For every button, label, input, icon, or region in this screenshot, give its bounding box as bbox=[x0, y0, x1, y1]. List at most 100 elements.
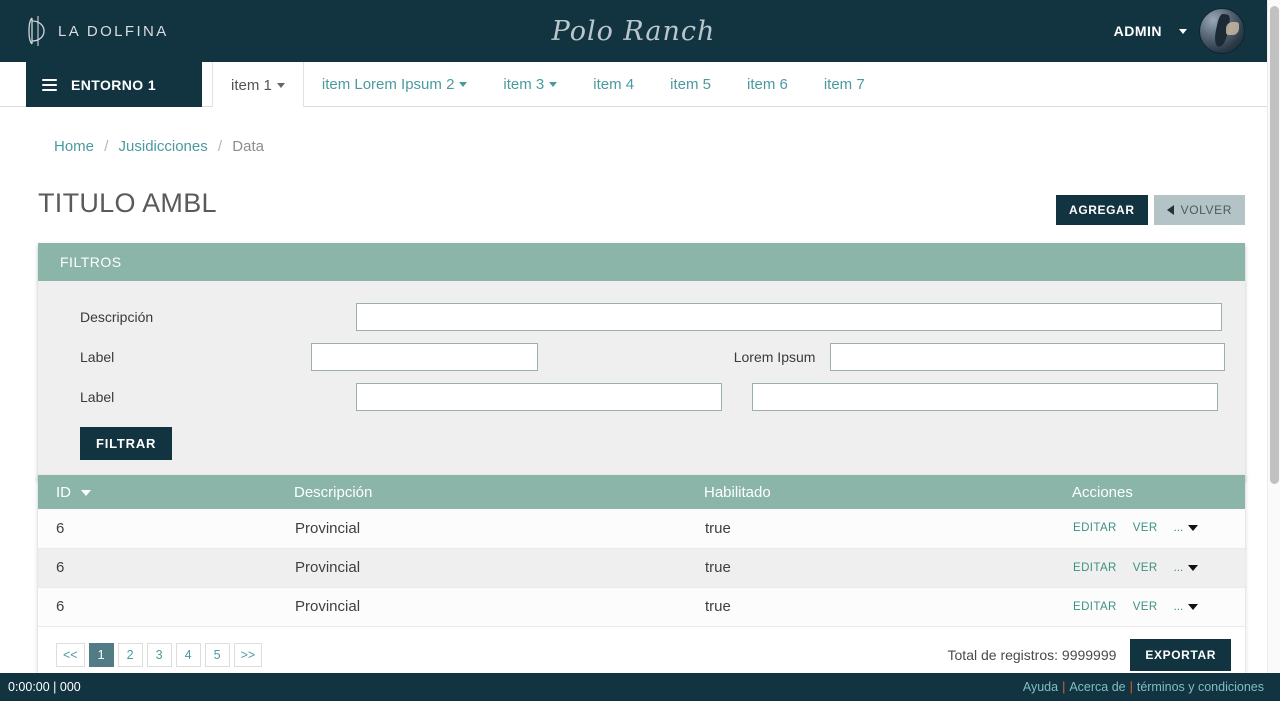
navigation-bar: ENTORNO 1 item 1 item Lorem Ipsum 2 item… bbox=[0, 62, 1267, 108]
tab-label: item 5 bbox=[670, 76, 711, 93]
table-row[interactable]: 6 Provincial true EDITAR VER ... bbox=[38, 548, 1245, 588]
table-header: ID Descripción Habilitado Acciones bbox=[38, 475, 1245, 509]
more-actions-dropdown[interactable]: ... bbox=[1174, 562, 1199, 574]
more-actions-dropdown[interactable]: ... bbox=[1174, 522, 1199, 534]
more-actions-dropdown[interactable]: ... bbox=[1174, 601, 1199, 613]
view-link[interactable]: VER bbox=[1133, 601, 1158, 613]
breadcrumb-jusidicciones[interactable]: Jusidicciones bbox=[119, 138, 208, 155]
pagination-page-1[interactable]: 1 bbox=[88, 642, 114, 667]
edit-link[interactable]: EDITAR bbox=[1073, 562, 1117, 574]
filter-label-lorem-ipsum: Lorem Ipsum bbox=[733, 349, 816, 365]
chevron-down-icon bbox=[1179, 28, 1187, 34]
view-link[interactable]: VER bbox=[1133, 522, 1158, 534]
filter-input-label-2-secondary[interactable] bbox=[752, 383, 1218, 411]
back-button-label: VOLVER bbox=[1180, 203, 1232, 217]
footer-link-terminos[interactable]: términos y condiciones bbox=[1137, 680, 1264, 694]
row-actions: EDITAR VER ... bbox=[1073, 562, 1244, 574]
table-row[interactable]: 6 Provincial true EDITAR VER ... bbox=[38, 509, 1245, 549]
footer-link-acerca-de[interactable]: Acerca de bbox=[1069, 680, 1125, 694]
breadcrumb-home[interactable]: Home bbox=[54, 138, 94, 155]
pagination-page-4[interactable]: 4 bbox=[175, 642, 201, 667]
filter-button[interactable]: FILTRAR bbox=[80, 427, 173, 460]
pagination-right: Total de registros: 9999999 EXPORTAR bbox=[948, 638, 1231, 671]
filter-input-label-2[interactable] bbox=[356, 383, 722, 411]
filter-input-label-1[interactable] bbox=[311, 343, 539, 371]
filters-panel-body: Descripción Label Lorem Ipsum Label FILT… bbox=[38, 281, 1245, 480]
application-window: LA DOLFINA Polo Ranch ADMIN ENTORNO 1 it… bbox=[0, 0, 1280, 701]
page-scrollbar[interactable] bbox=[1267, 0, 1280, 673]
filter-input-descripcion[interactable] bbox=[356, 303, 1222, 331]
tab-item-4[interactable]: item 4 bbox=[575, 62, 652, 107]
cell-habilitado: true bbox=[704, 509, 1072, 549]
pagination: << 1 2 3 4 5 >> bbox=[56, 642, 263, 667]
tab-item-2[interactable]: item Lorem Ipsum 2 bbox=[304, 62, 486, 107]
page-actions: AGREGAR VOLVER bbox=[1056, 195, 1245, 225]
filter-label-descripcion: Descripción bbox=[80, 309, 154, 325]
tab-item-6[interactable]: item 6 bbox=[729, 62, 806, 107]
page-title: TITULO AMBL bbox=[38, 188, 217, 218]
brand-logo[interactable]: LA DOLFINA bbox=[26, 14, 169, 48]
filters-panel: FILTROS Descripción Label Lorem Ipsum La… bbox=[38, 243, 1245, 480]
footer-separator: | bbox=[1062, 680, 1066, 694]
footer-link-ayuda[interactable]: Ayuda bbox=[1023, 680, 1058, 694]
data-table-container: ID Descripción Habilitado Acciones 6 Pro… bbox=[38, 475, 1245, 685]
footer-timer: 0:00:00 | 000 bbox=[8, 680, 81, 694]
dolfina-monogram-icon bbox=[26, 14, 48, 48]
row-actions: EDITAR VER ... bbox=[1073, 522, 1244, 534]
filter-label-1: Label bbox=[80, 349, 115, 365]
tab-label: item Lorem Ipsum 2 bbox=[321, 76, 455, 93]
filters-panel-title: FILTROS bbox=[60, 254, 122, 270]
chevron-down-icon bbox=[276, 82, 285, 88]
hamburger-menu-icon[interactable] bbox=[42, 76, 57, 94]
column-header-id-label: ID bbox=[56, 483, 71, 501]
tab-label: item 4 bbox=[593, 76, 635, 93]
column-header-id[interactable]: ID bbox=[38, 475, 294, 509]
chevron-down-icon bbox=[459, 82, 468, 87]
filter-row-label-2: Label bbox=[58, 377, 1225, 417]
pagination-next[interactable]: >> bbox=[233, 642, 263, 667]
filter-row-descripcion: Descripción bbox=[58, 297, 1225, 337]
view-link[interactable]: VER bbox=[1133, 562, 1158, 574]
breadcrumb: Home / Jusidicciones / Data bbox=[54, 138, 264, 155]
filter-input-lorem-ipsum[interactable] bbox=[830, 343, 1225, 371]
cell-descripcion: Provincial bbox=[294, 509, 704, 549]
edit-link[interactable]: EDITAR bbox=[1073, 601, 1117, 613]
sort-descending-caret-icon[interactable] bbox=[81, 489, 92, 496]
scrollbar-thumb[interactable] bbox=[1270, 6, 1279, 484]
tab-item-5[interactable]: item 5 bbox=[652, 62, 729, 107]
column-header-habilitado[interactable]: Habilitado bbox=[704, 475, 1072, 509]
cell-id: 6 bbox=[38, 587, 294, 627]
cell-descripcion: Provincial bbox=[294, 587, 704, 627]
column-header-descripcion[interactable]: Descripción bbox=[294, 475, 704, 509]
add-button[interactable]: AGREGAR bbox=[1056, 195, 1148, 225]
more-actions-label: ... bbox=[1173, 522, 1184, 535]
export-button[interactable]: EXPORTAR bbox=[1130, 638, 1231, 671]
cell-habilitado: true bbox=[704, 587, 1072, 627]
tab-label: item 1 bbox=[231, 76, 272, 94]
tab-item-1[interactable]: item 1 bbox=[212, 62, 304, 108]
table-row[interactable]: 6 Provincial true EDITAR VER ... bbox=[38, 587, 1245, 627]
pagination-page-5[interactable]: 5 bbox=[204, 642, 230, 667]
tab-item-7[interactable]: item 7 bbox=[806, 62, 883, 107]
edit-link[interactable]: EDITAR bbox=[1073, 522, 1117, 534]
pagination-prev[interactable]: << bbox=[56, 642, 85, 667]
entorno-selector[interactable]: ENTORNO 1 bbox=[26, 62, 202, 107]
pagination-page-3[interactable]: 3 bbox=[146, 642, 172, 667]
user-menu[interactable]: ADMIN bbox=[1114, 0, 1245, 62]
more-actions-label: ... bbox=[1173, 561, 1184, 574]
more-actions-label: ... bbox=[1173, 600, 1184, 613]
caret-down-icon bbox=[1188, 603, 1199, 610]
filter-label-2: Label bbox=[80, 389, 115, 405]
brand-name: LA DOLFINA bbox=[58, 22, 169, 40]
top-header-bar: LA DOLFINA Polo Ranch ADMIN bbox=[0, 0, 1267, 62]
tab-list: item 1 item Lorem Ipsum 2 item 3 item 4 … bbox=[212, 62, 883, 108]
chevron-down-icon bbox=[549, 82, 558, 87]
cell-acciones: EDITAR VER ... bbox=[1072, 587, 1245, 627]
pagination-page-2[interactable]: 2 bbox=[117, 642, 143, 667]
avatar[interactable] bbox=[1199, 8, 1245, 54]
center-logo-text: Polo Ranch bbox=[551, 15, 716, 47]
table-header-row: ID Descripción Habilitado Acciones bbox=[38, 475, 1245, 509]
back-button[interactable]: VOLVER bbox=[1153, 195, 1245, 225]
tab-item-3[interactable]: item 3 bbox=[485, 62, 575, 107]
breadcrumb-separator: / bbox=[217, 138, 223, 155]
